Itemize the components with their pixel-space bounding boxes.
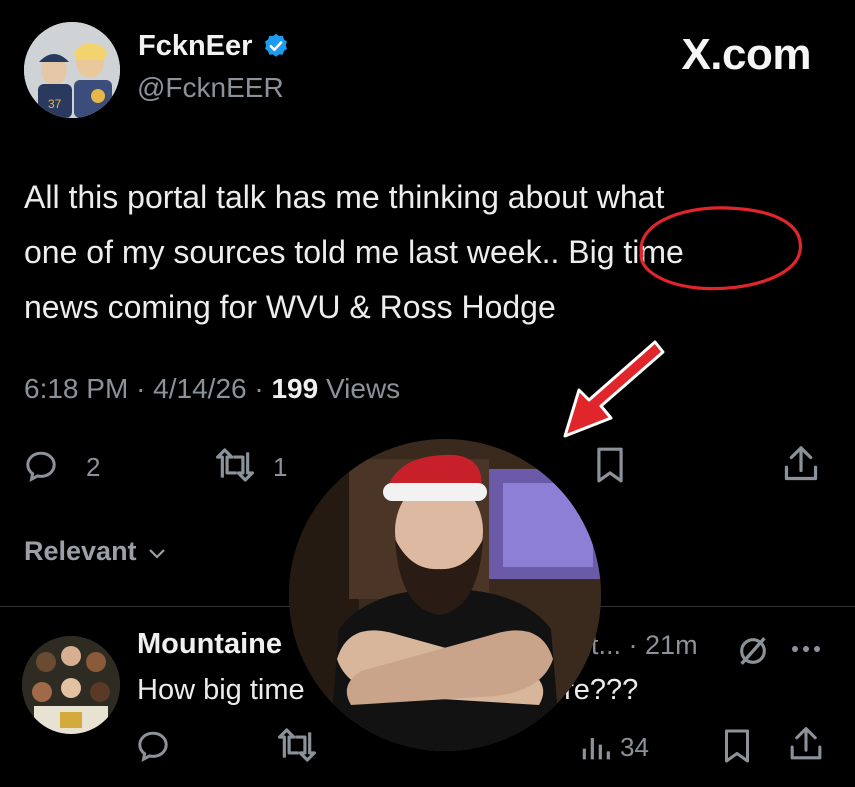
avatar-illustration: 37 [24, 22, 120, 118]
share-icon[interactable] [787, 724, 825, 764]
repost-button[interactable] [212, 446, 258, 484]
bookmark-icon[interactable] [722, 728, 752, 764]
reply-icon [26, 451, 56, 483]
bookmark-icon [597, 447, 623, 483]
reply-button[interactable] [22, 448, 60, 484]
reply-meta: it... · 21m [585, 630, 698, 661]
reply-author-avatar[interactable] [22, 636, 120, 734]
repost-icon [216, 448, 255, 482]
meta-separator: · [254, 373, 272, 404]
brand-watermark: X.com [681, 30, 811, 79]
tweet-date[interactable]: 4/14/26 [153, 373, 246, 404]
overlay-person-photo [289, 439, 601, 751]
share-icon [784, 446, 818, 481]
chevron-down-icon [149, 549, 165, 559]
reply-author-name[interactable]: Mountaine [137, 628, 282, 661]
author-display-name[interactable]: FcknEer [138, 30, 252, 63]
tweet-meta: 6:18 PM · 4/14/26 · 199 Views [24, 373, 400, 405]
bookmark-button[interactable] [593, 446, 627, 484]
reply-views-count: 34 [620, 732, 649, 762]
reply-text: How big time [137, 674, 305, 706]
svg-text:37: 37 [48, 97, 62, 111]
grok-icon[interactable] [735, 634, 771, 668]
meta-separator: · [136, 373, 154, 404]
meta-separator: · [628, 630, 646, 660]
red-circle-annotation [639, 206, 802, 291]
person-photo-illustration [289, 439, 601, 751]
repost-count: 1 [273, 452, 288, 482]
repost-icon[interactable] [274, 726, 320, 764]
tweet-time[interactable]: 6:18 PM [24, 373, 128, 404]
reply-sort-dropdown[interactable]: Relevant [24, 536, 166, 567]
views-label: Views [325, 373, 401, 404]
verified-badge-icon [265, 33, 287, 57]
reply-avatar-illustration [22, 636, 120, 734]
author-handle[interactable]: @FcknEER [137, 72, 284, 104]
reply-time[interactable]: 21m [645, 630, 698, 660]
sort-label: Relevant [24, 536, 137, 566]
views-icon[interactable] [577, 730, 613, 762]
share-button[interactable] [781, 443, 821, 485]
red-arrow-annotation [563, 340, 665, 438]
reply-count: 2 [86, 452, 101, 482]
more-icon[interactable] [789, 642, 823, 656]
reply-icon[interactable] [134, 728, 172, 764]
views-count: 199 [271, 373, 319, 404]
author-avatar[interactable]: 37 [24, 22, 120, 118]
